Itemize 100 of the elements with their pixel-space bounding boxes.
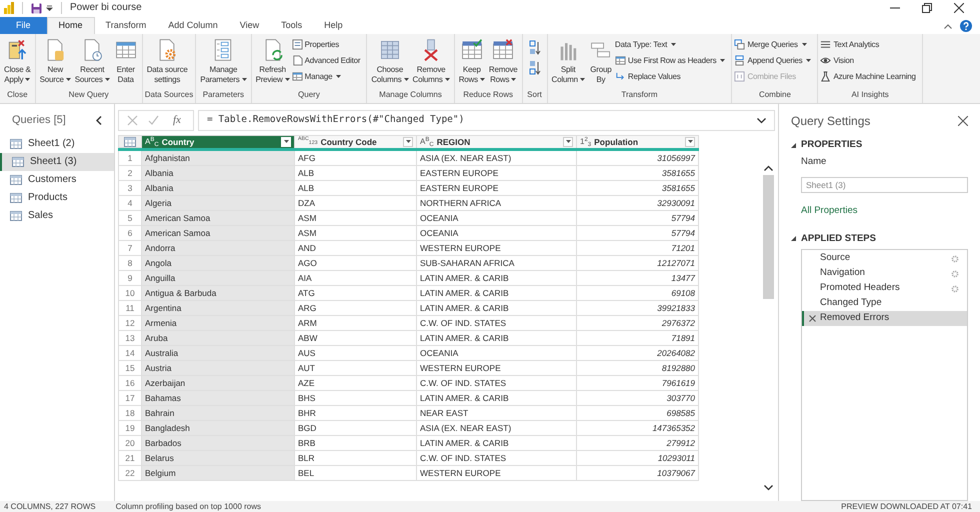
table-cell: ASIA (EX. NEAR EAST) <box>417 421 577 436</box>
ribbon-button[interactable]: Manage <box>292 70 360 83</box>
table-cell: BEL <box>295 466 417 481</box>
column-header[interactable]: A$^{B}$$_{C}$ Country <box>142 135 295 148</box>
row-number: 4 <box>118 196 142 211</box>
row-number: 20 <box>118 436 142 451</box>
applied-step[interactable]: Promoted Headers <box>802 281 967 296</box>
ribbon-button[interactable]: Data source settings <box>144 38 190 85</box>
ribbon-tab[interactable]: Home <box>46 17 95 34</box>
ribbon-button[interactable]: Remove Rows <box>486 38 520 85</box>
applied-step[interactable]: Removed Errors <box>802 311 967 326</box>
query-item[interactable]: Sheet1 (2) <box>0 134 114 152</box>
caret-icon <box>444 78 450 82</box>
ribbon-button[interactable]: Azure Machine Learning <box>820 70 916 83</box>
scroll-up-button[interactable] <box>764 165 773 171</box>
ribbon-button[interactable]: Advanced Editor <box>292 54 360 67</box>
field-label: Name <box>801 155 828 170</box>
filter-button[interactable] <box>403 137 413 147</box>
ribbon-button[interactable]: Vision <box>820 54 916 67</box>
ribbon-button[interactable]: Manage Parameters <box>198 38 249 85</box>
group-label: Sort <box>526 89 543 101</box>
group-label: Data Sources <box>144 89 194 101</box>
row-number: 6 <box>118 226 142 241</box>
help-button[interactable] <box>960 20 972 32</box>
query-item[interactable]: Sales <box>0 206 114 224</box>
table-cell: LATIN AMER. & CARIB <box>417 391 577 406</box>
table-cell: 13477 <box>577 271 699 286</box>
ribbon-button[interactable]: Recent Sources <box>72 38 112 85</box>
table-cell: AND <box>295 241 417 256</box>
chevron-down-icon <box>757 118 766 124</box>
query-item[interactable]: Sheet1 (3) <box>0 152 114 170</box>
row-number: 9 <box>118 271 142 286</box>
table-cell: BRB <box>295 436 417 451</box>
close-icon <box>958 116 968 126</box>
caret-icon <box>566 140 570 144</box>
sort-descending-button[interactable] <box>528 60 540 76</box>
ribbon-button[interactable]: Keep Rows <box>456 38 487 85</box>
restore-button[interactable] <box>922 3 932 13</box>
properties-icon <box>292 39 303 50</box>
column-title: Country Code <box>320 136 377 148</box>
ribbon-button[interactable]: Enter Data <box>112 38 140 85</box>
ribbon-button[interactable]: Choose Columns <box>369 38 411 85</box>
row-number: 12 <box>118 316 142 331</box>
table-cell: 10293011 <box>577 451 699 466</box>
ribbon-button[interactable]: Data Type: Text <box>614 38 726 51</box>
column-title: REGION <box>436 136 470 148</box>
ribbon-button[interactable]: Remove Columns <box>410 38 452 85</box>
ribbon-button[interactable]: Properties <box>292 38 360 51</box>
applied-step[interactable]: Changed Type <box>802 296 967 311</box>
table-cell: BLR <box>295 451 417 466</box>
formula-field[interactable]: = Table.RemoveRowsWithErrors(#"Changed Type") <box>198 110 775 131</box>
column-header[interactable]: 1$^{2}$$_{3}$ Population <box>577 135 699 148</box>
ribbon-tab[interactable]: Add Column <box>157 17 229 34</box>
ribbon-button[interactable]: Close & Apply <box>2 38 33 85</box>
row-number: 5 <box>118 211 142 226</box>
table-cell: Austria <box>142 361 295 376</box>
ribbon-tab[interactable]: Tools <box>270 17 314 34</box>
filter-button[interactable] <box>685 137 695 147</box>
table-cell: 147365352 <box>577 421 699 436</box>
insert-function-button[interactable]: fx <box>169 112 185 129</box>
name-field[interactable]: Sheet1 (3) <box>801 176 968 192</box>
ribbon-tab[interactable]: View <box>228 17 270 34</box>
ribbon-button[interactable]: Group By <box>586 38 615 85</box>
ribbon-tab[interactable]: Transform <box>94 17 158 34</box>
panel-title: Query Settings <box>791 113 870 130</box>
sort-ascending-button[interactable] <box>528 40 540 56</box>
status-text: Column profiling based on top 1000 rows <box>116 502 261 512</box>
table-cell: C.W. OF IND. STATES <box>417 376 577 391</box>
table-menu-button[interactable] <box>124 136 136 146</box>
column-header[interactable]: A$^{B}$$_{C}$ REGION <box>417 135 577 148</box>
file-tab[interactable]: File <box>0 17 47 34</box>
ribbon-button[interactable]: Text Analytics <box>820 38 916 51</box>
ribbon-button[interactable]: Replace Values <box>614 70 726 83</box>
applied-step[interactable]: Navigation <box>802 266 967 281</box>
ribbon-button[interactable]: Split Column <box>550 38 587 85</box>
filter-button[interactable] <box>563 137 573 147</box>
all-properties-link[interactable]: All Properties <box>801 204 968 218</box>
table-remove-icon <box>491 38 516 62</box>
close-button[interactable] <box>954 3 964 13</box>
ribbon-button[interactable]: Refresh Preview <box>254 38 292 85</box>
ribbon-button[interactable]: New Source <box>38 38 73 85</box>
row-number: 3 <box>118 181 142 196</box>
caret-icon <box>806 58 812 62</box>
scrollbar-thumb[interactable] <box>763 175 774 299</box>
ribbon-tab[interactable]: Help <box>313 17 354 34</box>
table-cell: Bangladesh <box>142 421 295 436</box>
table-cell: EASTERN EUROPE <box>417 166 577 181</box>
table-cell: 2976372 <box>577 316 699 331</box>
query-item[interactable]: Customers <box>0 170 114 188</box>
applied-step[interactable]: Source <box>802 251 967 266</box>
collapse-button[interactable] <box>96 116 102 125</box>
ribbon-button[interactable]: Append Queries <box>734 54 812 67</box>
chevron-up-icon <box>764 165 773 171</box>
query-item[interactable]: Products <box>0 188 114 206</box>
caret-icon <box>404 78 409 82</box>
close-button[interactable] <box>958 116 968 126</box>
scroll-down-button[interactable] <box>764 485 773 491</box>
ribbon-button[interactable]: Use First Row as Headers <box>614 54 726 67</box>
caret-icon <box>46 5 53 11</box>
ribbon-button[interactable]: Merge Queries <box>734 38 812 51</box>
